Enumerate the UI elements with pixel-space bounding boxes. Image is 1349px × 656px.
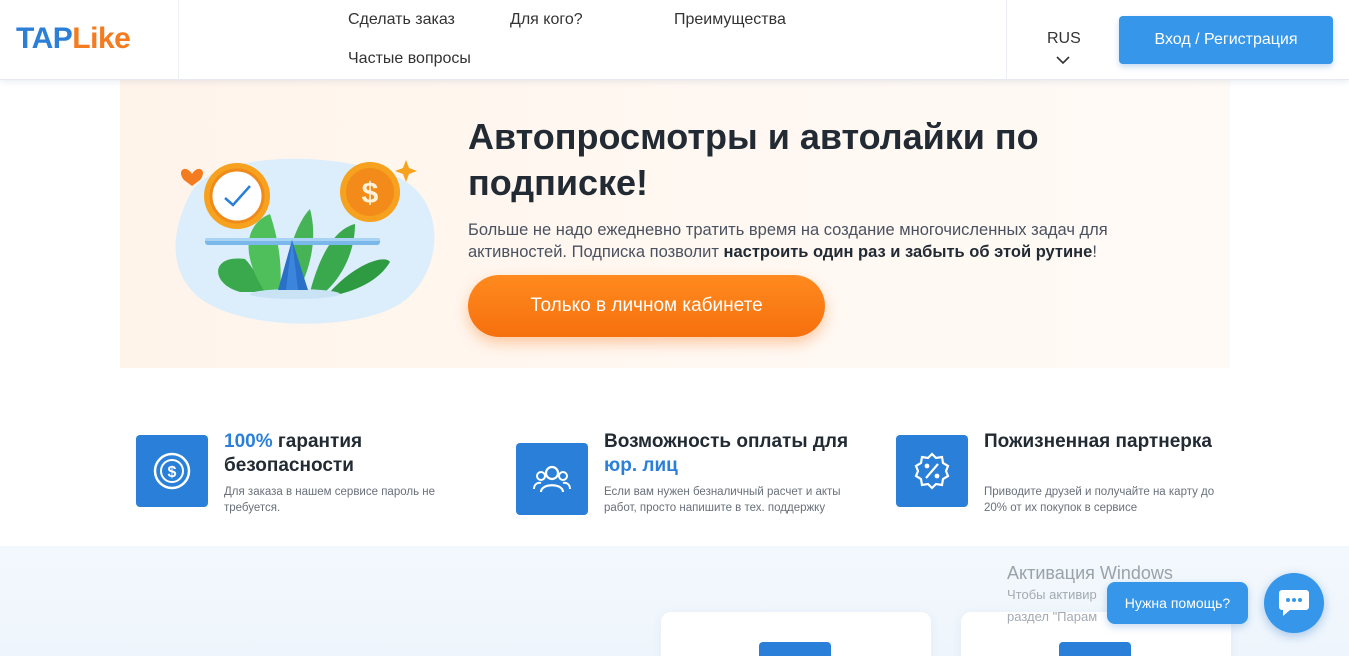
feature-legal-payment: Возможность оплаты для юр. лиц Если вам … xyxy=(516,430,856,540)
site-header: TAPLike Сделать заказ Для кого? Преимуще… xyxy=(0,0,1349,80)
chat-icon xyxy=(1279,590,1309,616)
hero-text-end: ! xyxy=(1092,243,1097,261)
service-card[interactable] xyxy=(661,612,931,656)
hero-banner: $ Автопросмотры и автолайки по подписке!… xyxy=(120,80,1230,368)
scales-coins-illustration: $ xyxy=(175,158,435,324)
language-selector[interactable]: RUS xyxy=(1047,30,1081,48)
feature-security: $ 100% гарантия безопасности Для заказа … xyxy=(136,430,476,540)
windows-activation-line: раздел "Парам xyxy=(1007,609,1098,624)
logo-tap: TAP xyxy=(16,22,73,55)
nav-advantages[interactable]: Преимущества xyxy=(674,11,786,29)
logo-like: Like xyxy=(72,22,131,55)
header-divider xyxy=(178,0,179,80)
feature-title: Пожизненная партнерка xyxy=(984,431,1212,452)
dollar-circle-icon: $ xyxy=(153,452,191,490)
header-divider xyxy=(1006,0,1007,80)
hero-description: Больше не надо ежедневно тратить время н… xyxy=(468,219,1188,263)
feature-title-accent: 100% xyxy=(224,431,273,452)
hero-text-bold: настроить один раз и забыть об этой рути… xyxy=(723,243,1093,261)
feature-description: Для заказа в нашем сервисе пароль не тре… xyxy=(224,486,435,514)
need-help-button[interactable]: Нужна помощь? xyxy=(1107,582,1248,624)
windows-activation-line: Чтобы активир xyxy=(1007,587,1097,602)
login-register-button[interactable]: Вход / Регистрация xyxy=(1119,16,1333,64)
card-icon-box xyxy=(1059,642,1131,656)
users-icon xyxy=(533,465,571,493)
windows-activation-title: Активация Windows xyxy=(1007,563,1173,583)
chat-button[interactable] xyxy=(1264,573,1324,633)
feature-title: 100% гарантия безопасности xyxy=(224,430,484,478)
feature-icon-box xyxy=(896,435,968,507)
brand-logo[interactable]: TAPLike xyxy=(16,22,131,56)
feature-partnership: Пожизненная партнерка Приводите друзей и… xyxy=(896,430,1236,540)
nav-faq[interactable]: Частые вопросы xyxy=(348,50,471,68)
svg-text:$: $ xyxy=(362,177,379,210)
personal-account-button[interactable]: Только в личном кабинете xyxy=(468,275,825,337)
feature-title-rest: Возможность оплаты для xyxy=(604,431,849,452)
feature-description: Если вам нужен безналичный расчет и акты… xyxy=(604,486,841,514)
feature-icon-box: $ xyxy=(136,435,208,507)
svg-text:$: $ xyxy=(168,464,177,481)
chevron-down-icon[interactable] xyxy=(1055,52,1071,68)
card-icon-box xyxy=(759,642,831,656)
feature-title: Возможность оплаты для юр. лиц xyxy=(604,430,864,478)
nav-make-order[interactable]: Сделать заказ xyxy=(348,11,455,29)
percent-badge-icon xyxy=(914,452,950,490)
feature-description: Приводите друзей и получайте на карту до… xyxy=(984,486,1215,514)
nav-for-whom[interactable]: Для кого? xyxy=(510,11,583,29)
feature-icon-box xyxy=(516,443,588,515)
feature-title-accent: юр. лиц xyxy=(604,455,678,476)
hero-title: Автопросмотры и автолайки по подписке! xyxy=(468,116,1039,203)
